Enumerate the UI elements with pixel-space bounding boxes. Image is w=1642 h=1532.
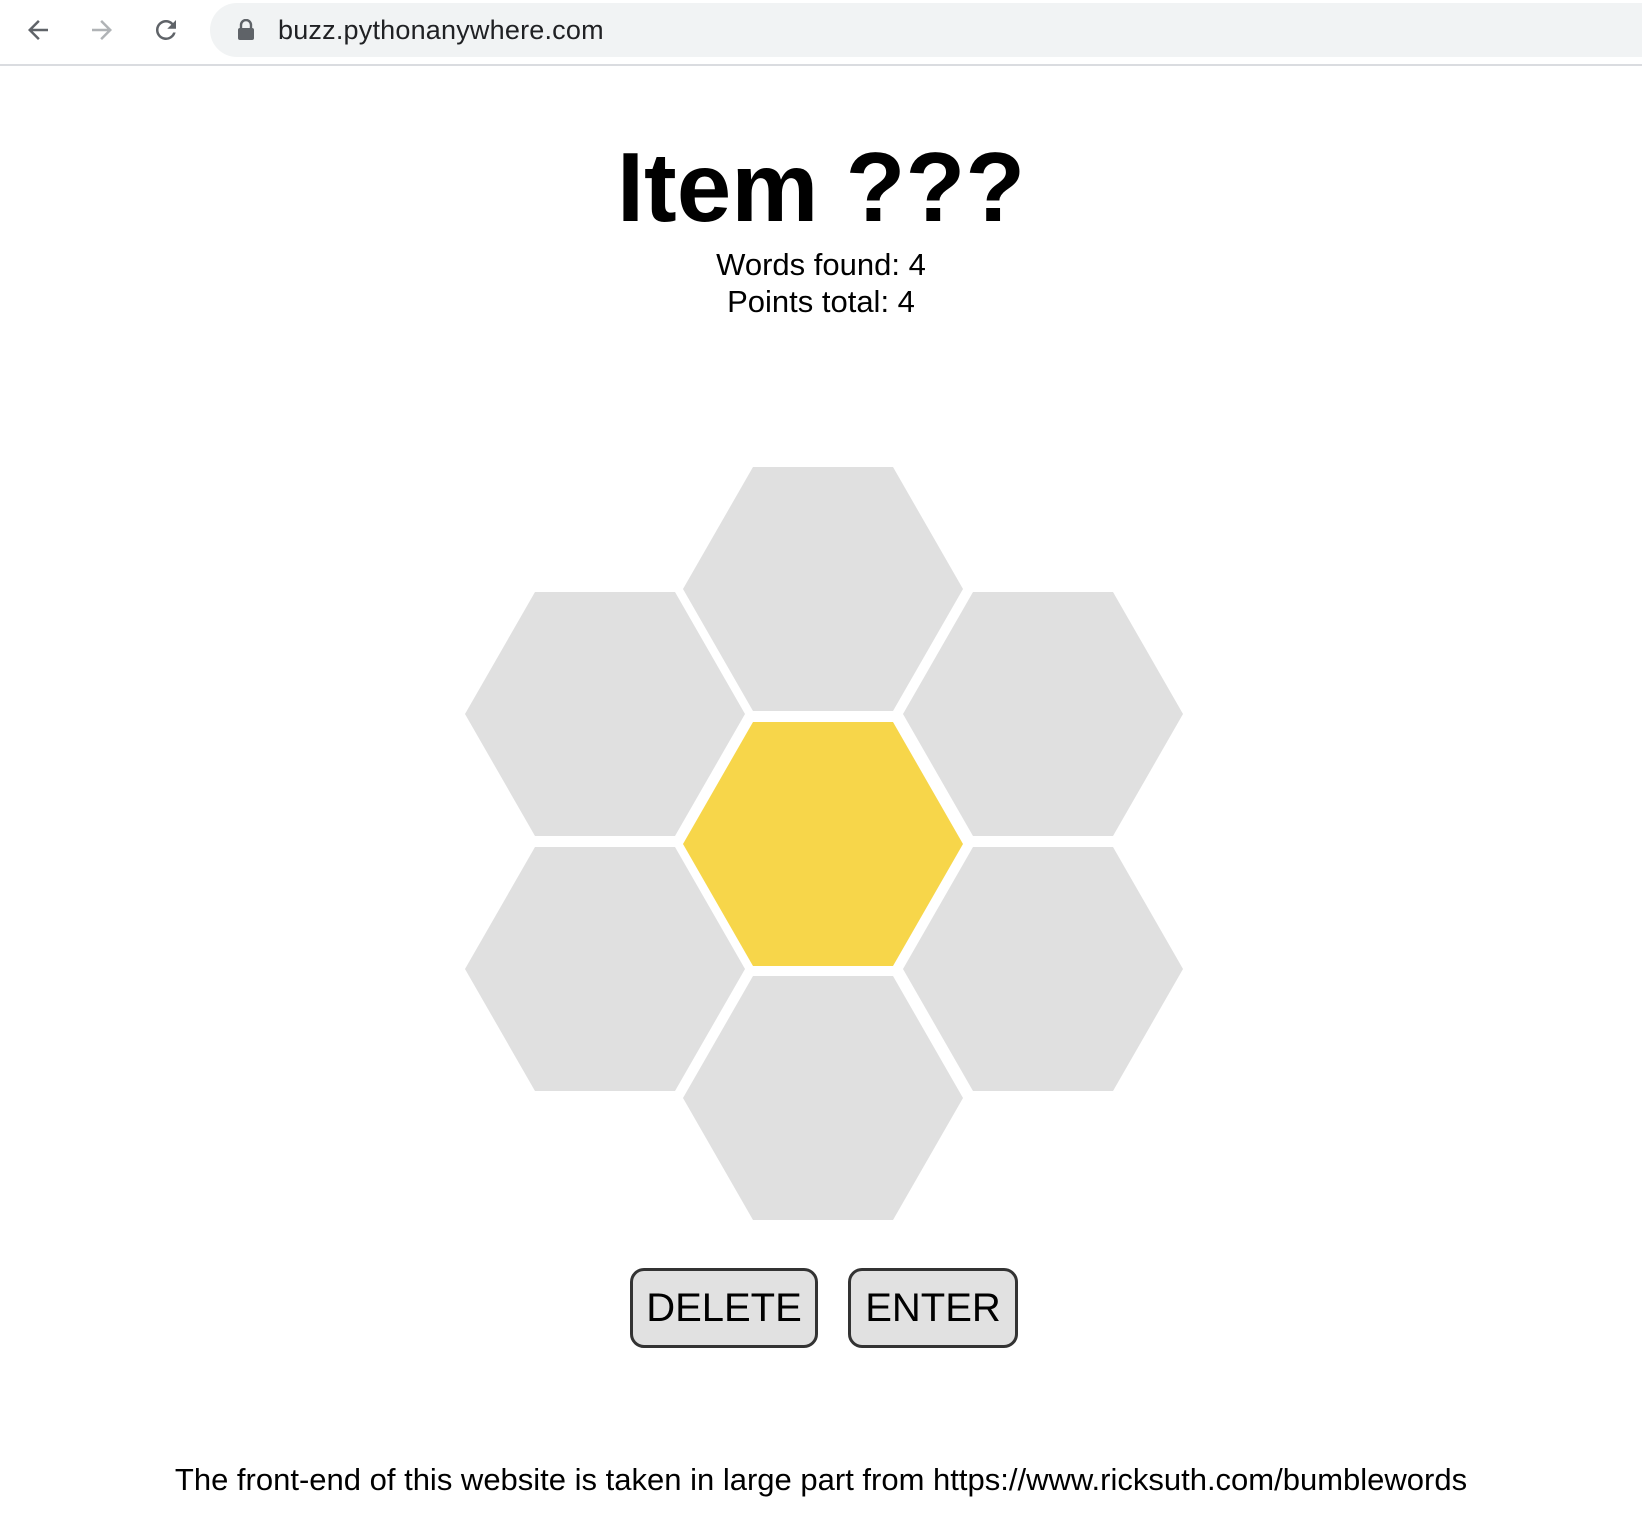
stats-panel: Words found: 4 Points total: 4 — [0, 246, 1642, 320]
url-text[interactable]: buzz.pythonanywhere.com — [278, 15, 604, 46]
hive-cell-lower-left[interactable] — [465, 847, 745, 1091]
forward-button[interactable] — [84, 12, 120, 48]
points-total-label: Points total: 4 — [727, 284, 915, 319]
hive-cell-top[interactable] — [683, 467, 963, 711]
hive-cell-bottom[interactable] — [683, 976, 963, 1220]
lock-icon — [236, 19, 256, 41]
hive-cell-upper-right[interactable] — [903, 592, 1183, 836]
reload-button[interactable] — [148, 12, 184, 48]
footer-credit: The front-end of this website is taken i… — [174, 1462, 1468, 1497]
hive-cell-lower-right[interactable] — [903, 847, 1183, 1091]
hive-cell-center[interactable] — [683, 722, 963, 966]
address-bar[interactable]: buzz.pythonanywhere.com — [210, 3, 1642, 57]
reload-icon — [155, 19, 176, 40]
arrow-left-icon — [28, 20, 48, 40]
hive-cell-upper-left[interactable] — [465, 592, 745, 836]
delete-button[interactable]: DELETE — [630, 1268, 818, 1348]
arrow-right-icon — [92, 20, 112, 40]
browser-toolbar: buzz.pythonanywhere.com — [0, 0, 1642, 66]
words-found-label: Words found: 4 — [716, 247, 926, 282]
page-title: Item ??? — [616, 132, 1026, 242]
enter-button[interactable]: ENTER — [848, 1268, 1018, 1348]
back-button[interactable] — [20, 12, 56, 48]
